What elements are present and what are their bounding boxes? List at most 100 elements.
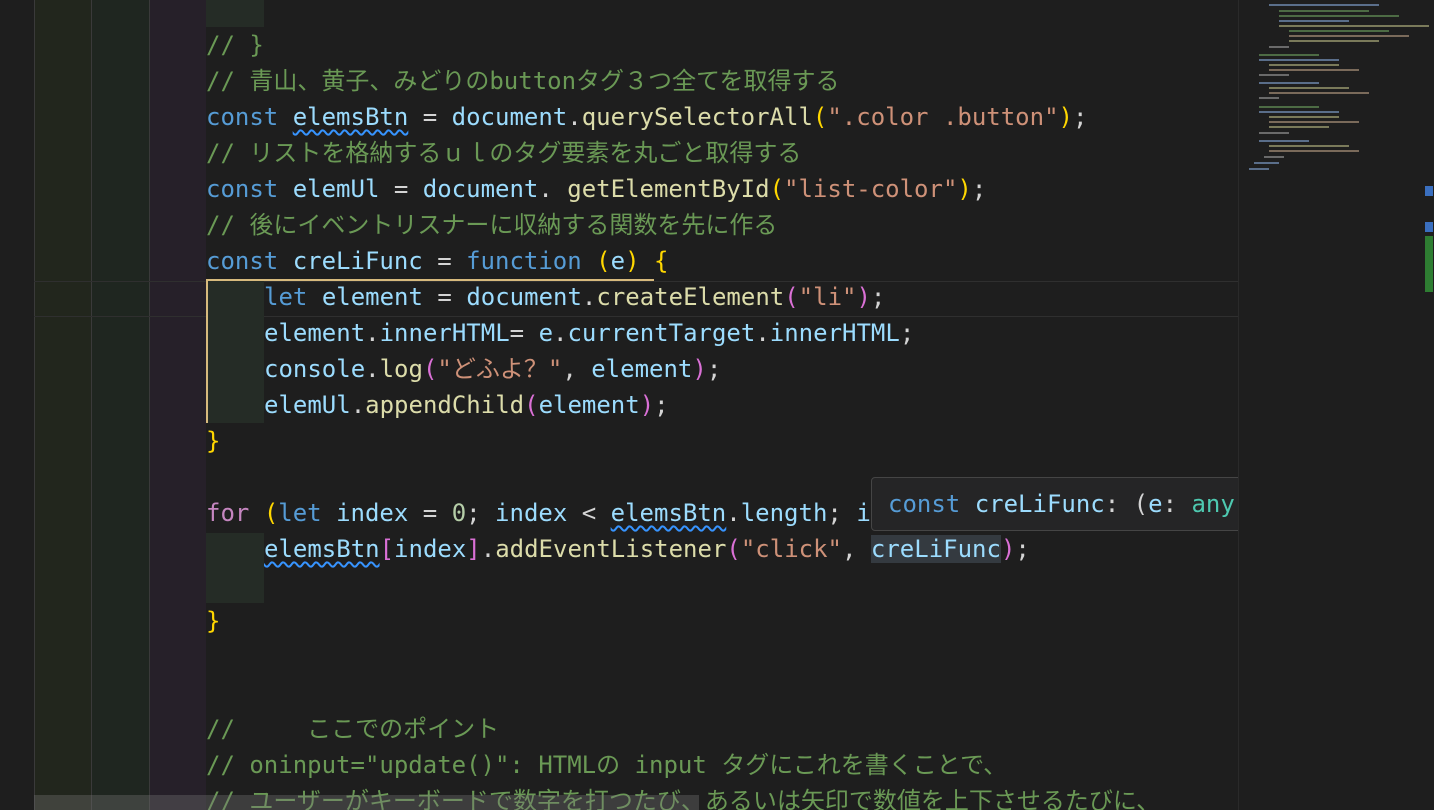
token-bracket: ): [1058, 103, 1073, 131]
token-string: "list-color": [784, 175, 958, 203]
indent-guide-1: [34, 0, 91, 810]
token-punct: .: [480, 535, 496, 563]
token-function: getElementById: [567, 175, 770, 203]
token-variable: console: [264, 355, 366, 383]
minimap-line: [1289, 40, 1379, 42]
code-line[interactable]: const creLiFunc = function (e) {: [206, 243, 668, 279]
indent-guide-line: [149, 0, 150, 810]
scrollbar-marker: [1425, 186, 1433, 196]
token-punct: .: [365, 355, 380, 383]
token-operator: =: [408, 499, 452, 527]
indent-highlight: [206, 533, 264, 603]
minimap-line: [1279, 10, 1369, 12]
token-variable-highlighted: creLiFunc: [870, 535, 1001, 563]
minimap-line: [1269, 87, 1349, 89]
tooltip-keyword: const: [888, 490, 961, 518]
code-line[interactable]: // }: [206, 27, 264, 63]
code-line[interactable]: elemsBtn[index].addEventListener("click"…: [264, 531, 1030, 567]
code-line[interactable]: for (let index = 0; index < elemsBtn.len…: [206, 495, 871, 531]
token-operator: =: [408, 103, 452, 131]
code-editor[interactable]: // } // 青山、黄子、みどりのbuttonタグ３つ全てを取得する cons…: [0, 0, 1238, 810]
indent-guide-line: [34, 0, 35, 810]
minimap-line: [1269, 4, 1379, 6]
indent-guide-2: [91, 0, 149, 810]
token-punct: .: [581, 283, 597, 311]
token-variable: elemUl: [292, 175, 380, 203]
minimap-line: [1269, 121, 1359, 123]
token-string: "li": [798, 283, 857, 311]
token-punct: ;: [706, 355, 722, 383]
code-line[interactable]: element.innerHTML= e.currentTarget.inner…: [264, 315, 914, 351]
token-punct: .: [365, 319, 380, 347]
token-bracket: (: [524, 391, 539, 419]
minimap-line: [1259, 132, 1289, 134]
token-punct: ;: [870, 283, 886, 311]
code-line[interactable]: }: [206, 603, 220, 639]
indent-highlight: [206, 281, 264, 423]
token-function: appendChild: [365, 391, 525, 419]
minimap-line: [1269, 150, 1359, 152]
token-string: "click": [740, 535, 842, 563]
code-line[interactable]: // 青山、黄子、みどりのbuttonタグ３つ全てを取得する: [206, 63, 840, 99]
token-variable: index: [495, 499, 568, 527]
token-operator: =: [422, 283, 467, 311]
token-brace: {: [653, 247, 669, 275]
token-bracket: (: [596, 247, 611, 275]
tooltip-name: creLiFunc: [974, 490, 1105, 518]
token-variable: element: [538, 391, 640, 419]
token-variable: element: [591, 355, 693, 383]
token-variable: elemsBtn: [292, 103, 409, 131]
minimap-line: [1259, 111, 1339, 113]
code-line[interactable]: // oninput="update()": HTMLの input タグにこれ…: [206, 747, 1007, 783]
token-parameter: e: [538, 319, 554, 347]
minimap-line: [1269, 116, 1339, 118]
token-punct: .: [755, 319, 770, 347]
token-parameter: e: [610, 247, 626, 275]
token-punct: ;: [1072, 103, 1088, 131]
token-bracket: ): [957, 175, 972, 203]
token-variable: element: [321, 283, 423, 311]
token-bracket: (: [769, 175, 785, 203]
token-punct: .: [350, 391, 366, 419]
token-variable: elemsBtn: [264, 535, 380, 563]
token-variable: index: [336, 499, 409, 527]
token-bracket: (: [422, 355, 438, 383]
code-line[interactable]: elemUl.appendChild(element);: [264, 387, 669, 423]
code-line[interactable]: // ここでのポイント: [206, 711, 499, 747]
bracket-pair-guide: [206, 281, 208, 423]
minimap-line: [1269, 64, 1339, 66]
code-line[interactable]: const elemUl = document. getElementById(…: [206, 171, 986, 207]
token-operator: =: [422, 247, 467, 275]
token-variable: document: [466, 283, 582, 311]
token-punct: .: [538, 175, 568, 203]
token-function: querySelectorAll: [581, 103, 813, 131]
minimap-line: [1264, 156, 1284, 158]
minimap-line: [1259, 97, 1279, 99]
code-line[interactable]: let element = document.createElement("li…: [264, 279, 885, 315]
token-variable: index: [394, 535, 467, 563]
token-variable: creLiFunc: [292, 247, 423, 275]
token-property: innerHTML: [379, 319, 510, 347]
token-bracket: ): [625, 247, 640, 275]
code-line[interactable]: console.log("どふよ？", element);: [264, 351, 721, 387]
code-line[interactable]: // リストを格納するｕｌのタグ要素を丸ごと取得する: [206, 135, 801, 171]
code-line[interactable]: const elemsBtn = document.querySelectorA…: [206, 99, 1087, 135]
token-bracket: [: [379, 535, 395, 563]
token-keyword: const: [206, 103, 279, 131]
minimap-line: [1259, 140, 1309, 142]
code-line[interactable]: }: [206, 423, 220, 459]
minimap-line: [1259, 106, 1319, 108]
code-line[interactable]: // 後にイベントリスナーに収納する関数を先に作る: [206, 207, 777, 243]
token-bracket: ): [856, 283, 871, 311]
minimap-line: [1279, 20, 1349, 22]
token-punct: .: [553, 319, 568, 347]
token-number: 0: [451, 499, 467, 527]
minimap[interactable]: [1238, 0, 1434, 810]
token-punct: ;: [654, 391, 669, 419]
minimap-line: [1269, 92, 1369, 94]
indent-guide-3: [149, 0, 206, 810]
horizontal-scrollbar[interactable]: [34, 795, 699, 810]
tooltip-punct: :: [1162, 490, 1192, 518]
token-operator: =: [509, 319, 539, 347]
token-function: createElement: [596, 283, 785, 311]
